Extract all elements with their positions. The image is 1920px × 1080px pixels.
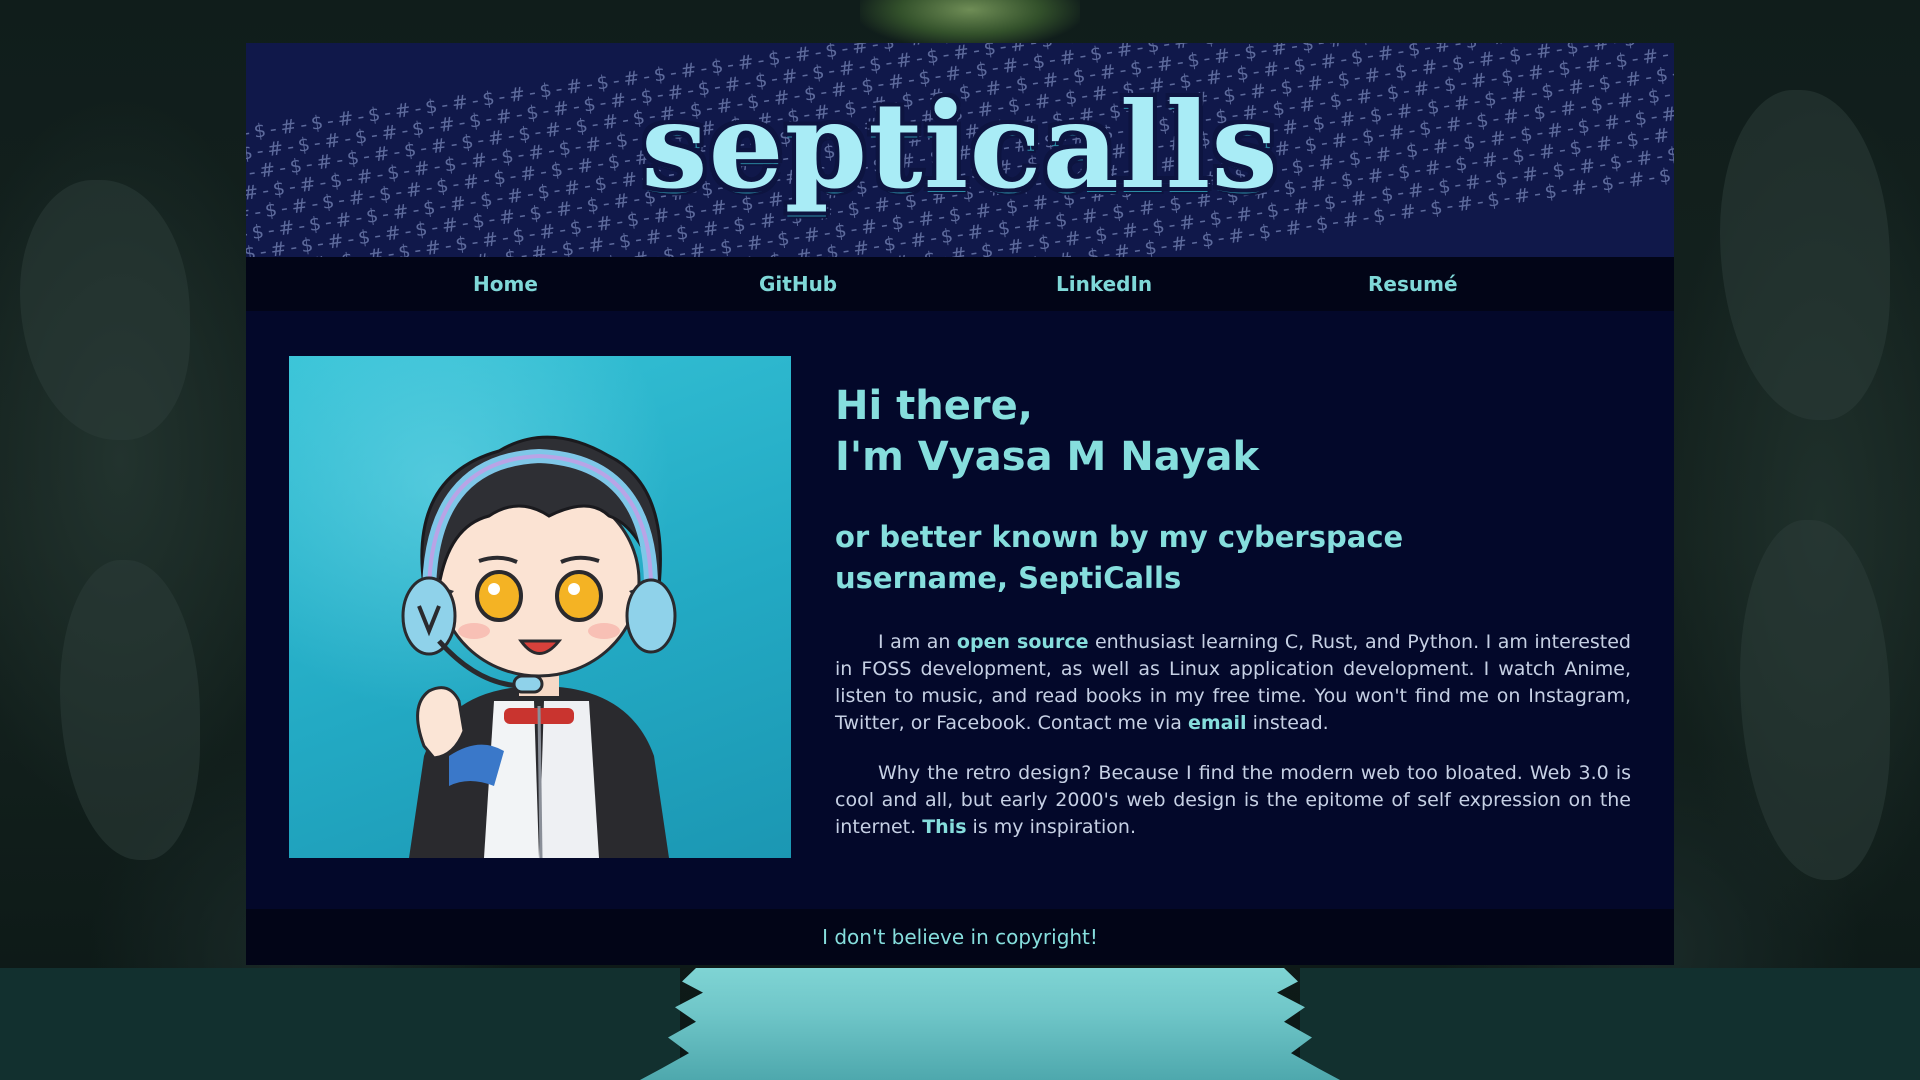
nav-link-resume[interactable]: Resumé xyxy=(1368,257,1458,311)
background-ground xyxy=(1300,968,1920,1080)
background-ground xyxy=(0,968,680,1080)
username-subtitle: or better known by my cyberspace usernam… xyxy=(835,520,1404,595)
about-text: I am an xyxy=(878,631,957,653)
background-rock xyxy=(20,180,190,440)
profile-avatar xyxy=(289,356,791,858)
site-banner: $-#-$-#-$-#-$-#-$-#-$-#-$-#-$-#-$-#-$-#-… xyxy=(246,43,1674,257)
site-logo[interactable]: septicalls xyxy=(246,81,1674,211)
retro-design-paragraph: Why the retro design? Because I find the… xyxy=(835,760,1631,841)
nav-link-home[interactable]: Home xyxy=(473,257,538,311)
background-water xyxy=(640,968,1340,1080)
greeting-line-2: I'm Vyasa M Nayak xyxy=(835,434,1260,480)
background-rock xyxy=(1720,90,1890,420)
retro-text: is my inspiration. xyxy=(966,816,1137,838)
site-footer: I don't believe in copyright! xyxy=(246,909,1674,965)
background-foliage xyxy=(860,0,1080,48)
about-paragraph: I am an open source enthusiast learning … xyxy=(835,629,1631,737)
background-rock xyxy=(60,560,200,860)
about-text: instead. xyxy=(1246,712,1329,734)
main-nav: Home GitHub LinkedIn Resumé xyxy=(246,257,1674,311)
open-source-link[interactable]: open source xyxy=(957,631,1089,653)
intro-section: Hi there, I'm Vyasa M Nayak or better kn… xyxy=(835,381,1631,841)
nav-link-linkedin[interactable]: LinkedIn xyxy=(1056,257,1152,311)
greeting-line-1: Hi there, xyxy=(835,383,1033,429)
nav-link-github[interactable]: GitHub xyxy=(759,257,837,311)
background-rock xyxy=(1740,520,1890,880)
avatar-illustration xyxy=(401,435,677,858)
greeting-heading: Hi there, I'm Vyasa M Nayak xyxy=(835,381,1595,483)
inspiration-link[interactable]: This xyxy=(922,816,966,838)
page-container: $-#-$-#-$-#-$-#-$-#-$-#-$-#-$-#-$-#-$-#-… xyxy=(246,43,1674,965)
email-link[interactable]: email xyxy=(1188,712,1247,734)
